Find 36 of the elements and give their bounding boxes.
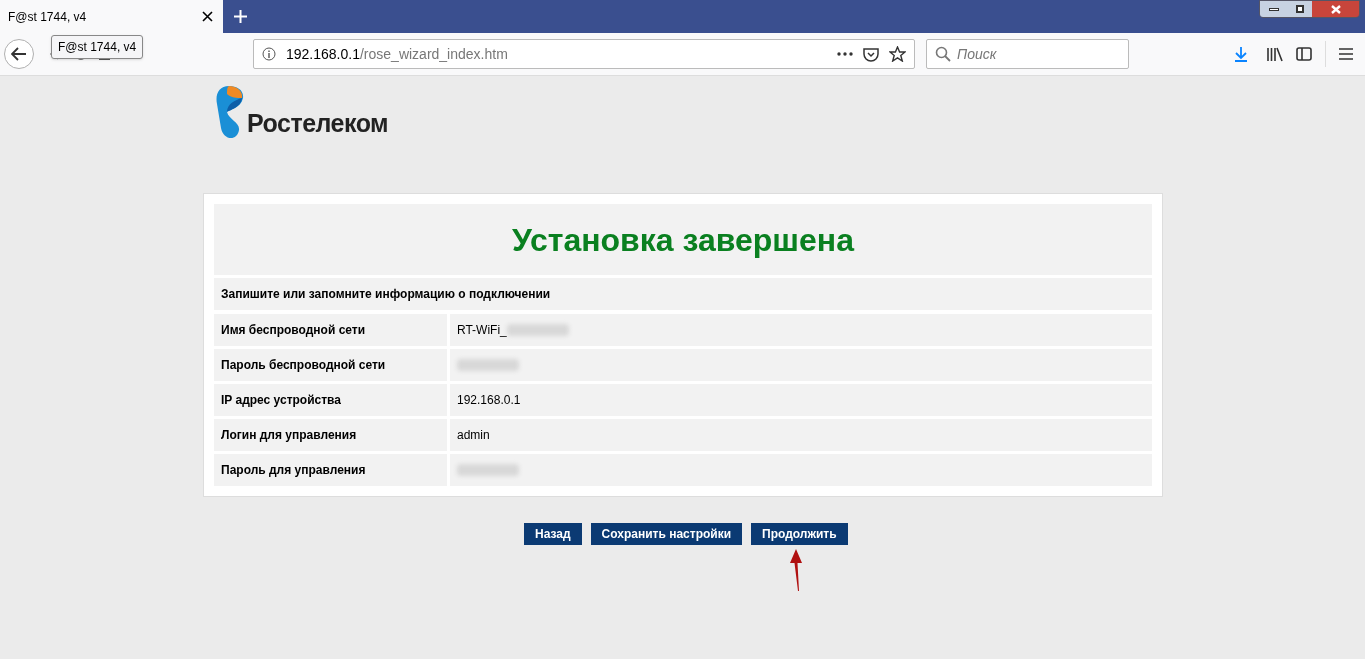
address-bar[interactable]: 192.168.0.1/rose_wizard_index.htm [253, 39, 915, 69]
field-value: RT-WiFi_ [457, 322, 507, 339]
field-label: IP адрес устройства [214, 384, 447, 416]
minimize-icon[interactable] [1260, 1, 1287, 17]
panel-title: Установка завершена [214, 204, 1152, 275]
url-text: 192.168.0.1/rose_wizard_index.htm [286, 44, 508, 64]
download-icon[interactable] [1233, 46, 1249, 62]
field-label: Пароль беспроводной сети [214, 349, 447, 381]
back-button[interactable] [4, 39, 34, 69]
browser-tab[interactable]: F@st 1744, v4 [0, 0, 223, 33]
logo-icon [215, 84, 245, 140]
logo-text: Ростелеком [247, 108, 389, 139]
close-icon[interactable] [202, 11, 213, 22]
star-icon[interactable] [889, 46, 906, 62]
field-value: admin [457, 427, 490, 444]
field-label: Логин для управления [214, 419, 447, 451]
field-label: Имя беспроводной сети [214, 314, 447, 346]
panel-subtitle: Запишите или запомните информацию о подключении [214, 278, 1152, 310]
tooltip: F@st 1744, v4 [51, 35, 144, 59]
sidebar-icon[interactable] [1296, 47, 1312, 61]
wizard-button[interactable]: Сохранить настройки [590, 523, 743, 545]
field-label: Пароль для управления [214, 454, 447, 486]
wizard-button[interactable]: Назад [524, 523, 582, 545]
search-field[interactable]: Поиск [926, 39, 1129, 69]
field-value: 192.168.0.1 [457, 392, 521, 409]
more-icon[interactable] [837, 52, 853, 56]
info-icon[interactable] [262, 47, 276, 61]
back-arrow-icon [11, 47, 27, 61]
search-icon [935, 46, 951, 62]
wizard-button[interactable]: Продолжить [751, 523, 848, 545]
tab-title: F@st 1744, v4 [8, 8, 87, 26]
menu-icon[interactable] [1339, 48, 1353, 60]
pocket-icon[interactable] [863, 46, 879, 62]
restore-icon[interactable] [1287, 1, 1312, 17]
new-tab-icon[interactable] [234, 10, 247, 23]
library-icon[interactable] [1266, 46, 1283, 62]
